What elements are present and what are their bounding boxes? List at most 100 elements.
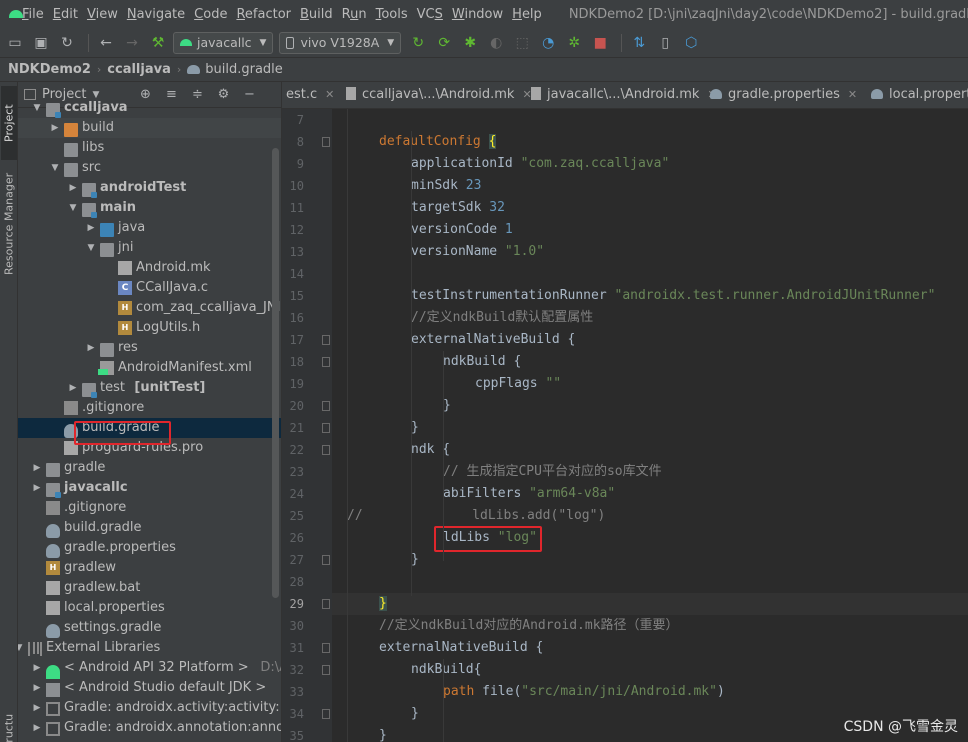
tree-item[interactable]: ▶ java <box>18 218 281 238</box>
chevron-right-icon[interactable]: ▶ <box>50 118 60 138</box>
menu-refactor[interactable]: Refactor <box>232 7 295 22</box>
tree-item[interactable]: ▶ javacallc <box>18 478 281 498</box>
close-icon[interactable]: ✕ <box>325 88 334 101</box>
tree-item[interactable]: .gitignore <box>18 398 281 418</box>
tree-item[interactable]: ▼ src <box>18 158 281 178</box>
tree-item[interactable]: build.gradle <box>18 418 281 438</box>
chevron-right-icon[interactable]: ▶ <box>86 218 96 238</box>
open-folder-icon[interactable]: ▭ <box>4 32 26 54</box>
tree-item[interactable]: ▼ External Libraries <box>18 638 281 658</box>
structure-tool-tab[interactable]: Structure <box>1 714 17 742</box>
chevron-down-icon[interactable]: ▼ <box>68 198 78 218</box>
tree-item[interactable]: gradlew.bat <box>18 578 281 598</box>
tree-item[interactable]: local.properties <box>18 598 281 618</box>
tree-item[interactable]: libs <box>18 138 281 158</box>
chevron-down-icon[interactable]: ▼ <box>50 158 60 178</box>
profile-icon[interactable]: ◐ <box>485 32 507 54</box>
fold-marker-icon[interactable] <box>322 357 330 367</box>
tree-item[interactable]: Hcom_zaq_ccalljava_JNI.h <box>18 298 281 318</box>
chevron-down-icon[interactable]: ▼ <box>32 98 42 118</box>
menu-edit[interactable]: Edit <box>49 7 82 22</box>
tree-item[interactable]: ▼ jni <box>18 238 281 258</box>
editor-tab[interactable]: local.properties <box>867 82 968 108</box>
attach-process-bug-icon[interactable]: ✲ <box>563 32 585 54</box>
tree-item[interactable]: C CCallJava.c <box>18 278 281 298</box>
back-arrow-icon[interactable]: ← <box>95 32 117 54</box>
close-icon[interactable]: ✕ <box>848 88 857 101</box>
menu-vcs[interactable]: VCS <box>413 7 447 22</box>
tree-item[interactable]: gradle.properties <box>18 538 281 558</box>
editor-tab[interactable]: est.c ✕ <box>282 82 334 108</box>
chevron-down-icon[interactable]: ▼ <box>18 638 24 658</box>
tree-item[interactable]: AndroidManifest.xml <box>18 358 281 378</box>
tree-item[interactable]: ▼ ccalljava <box>18 98 281 118</box>
fold-marker-icon[interactable] <box>322 423 330 433</box>
run-config-select[interactable]: javacallc ▼ <box>173 31 274 54</box>
debug-bug-icon[interactable]: ✱ <box>459 32 481 54</box>
editor-tab[interactable]: ccalljava\...\Android.mk ✕ <box>342 82 532 108</box>
fold-marker-icon[interactable] <box>322 335 330 345</box>
chevron-right-icon[interactable]: ▶ <box>32 458 42 478</box>
chevron-right-icon[interactable]: ▶ <box>32 678 42 698</box>
tree-item[interactable]: ▶ test [unitTest] <box>18 378 281 398</box>
tree-item[interactable]: ▶ < Android API 32 Platform > D:\Ar <box>18 658 281 679</box>
resource-manager-tool-tab[interactable]: Resource Manager <box>1 164 17 284</box>
breadcrumb-module[interactable]: ccalljava <box>107 62 171 77</box>
chevron-right-icon[interactable]: ▶ <box>32 698 42 718</box>
fold-marker-icon[interactable] <box>322 599 330 609</box>
menu-view[interactable]: View <box>83 7 122 22</box>
tree-item[interactable]: .gitignore <box>18 498 281 518</box>
menu-help[interactable]: Help <box>508 7 546 22</box>
fold-marker-icon[interactable] <box>322 555 330 565</box>
tree-item[interactable]: ▶< Android Studio default JDK >D: <box>18 678 281 698</box>
gradle-sync-icon[interactable]: ⇅ <box>628 32 650 54</box>
device-manager-icon[interactable]: ▯ <box>654 32 676 54</box>
editor-tab[interactable]: javacallc\...\Android.mk✕ <box>527 82 717 108</box>
tree-item[interactable]: ▶ Gradle: androidx.activity:activity:1.2 <box>18 698 281 718</box>
tree-item[interactable]: Hgradlew <box>18 558 281 578</box>
project-tool-tab[interactable]: Project <box>1 86 17 160</box>
chevron-right-icon[interactable]: ▶ <box>32 658 42 678</box>
breadcrumb-file[interactable]: build.gradle <box>205 62 283 77</box>
fold-marker-icon[interactable] <box>322 709 330 719</box>
sync-icon[interactable]: ↻ <box>56 32 78 54</box>
attach-debugger-icon[interactable]: ⬚ <box>511 32 533 54</box>
chevron-down-icon[interactable]: ▼ <box>86 238 96 258</box>
save-all-icon[interactable]: ▣ <box>30 32 52 54</box>
chevron-right-icon[interactable]: ▶ <box>32 718 42 738</box>
tree-scrollbar[interactable] <box>272 148 279 598</box>
tree-item[interactable]: H LogUtils.h <box>18 318 281 338</box>
profiler-gauge-icon[interactable]: ◔ <box>537 32 559 54</box>
tree-item[interactable]: ▶ build <box>18 118 281 138</box>
breadcrumb-project[interactable]: NDKDemo2 <box>8 62 91 77</box>
sdk-manager-icon[interactable]: ⬡ <box>680 32 702 54</box>
apply-changes-icon[interactable]: ↻ <box>407 32 429 54</box>
stop-icon[interactable]: ■ <box>589 32 611 54</box>
device-select[interactable]: vivo V1928A ▼ <box>279 31 402 54</box>
tree-item[interactable]: ▼ main <box>18 198 281 218</box>
code-editor[interactable]: }} path file("src/main/jni/Android.mk") nd… <box>332 109 968 742</box>
tree-item[interactable]: build.gradle <box>18 518 281 538</box>
chevron-right-icon[interactable]: ▶ <box>86 338 96 358</box>
forward-arrow-icon[interactable]: → <box>121 32 143 54</box>
editor-tab[interactable]: gradle.properties ✕ <box>706 82 857 108</box>
tree-item[interactable]: ▶ androidTest <box>18 178 281 198</box>
chevron-right-icon[interactable]: ▶ <box>32 478 42 498</box>
apply-code-changes-icon[interactable]: ⟳ <box>433 32 455 54</box>
fold-marker-icon[interactable] <box>322 445 330 455</box>
fold-marker-icon[interactable] <box>322 643 330 653</box>
menu-build[interactable]: Build <box>296 7 337 22</box>
menu-tools[interactable]: Tools <box>372 7 412 22</box>
tree-item[interactable]: ▶ gradle <box>18 458 281 478</box>
tree-item[interactable]: ▶ res <box>18 338 281 358</box>
chevron-right-icon[interactable]: ▶ <box>68 178 78 198</box>
fold-marker-icon[interactable] <box>322 665 330 675</box>
tree-item[interactable]: ▶ Gradle: androidx.annotation:annotat <box>18 718 281 738</box>
menu-window[interactable]: Window <box>448 7 507 22</box>
chevron-right-icon[interactable]: ▶ <box>68 378 78 398</box>
menu-run[interactable]: Run <box>338 7 371 22</box>
tree-item[interactable]: settings.gradle <box>18 618 281 638</box>
tree-item[interactable]: proguard-rules.pro <box>18 438 281 458</box>
menu-navigate[interactable]: Navigate <box>123 7 189 22</box>
menu-code[interactable]: Code <box>190 7 231 22</box>
